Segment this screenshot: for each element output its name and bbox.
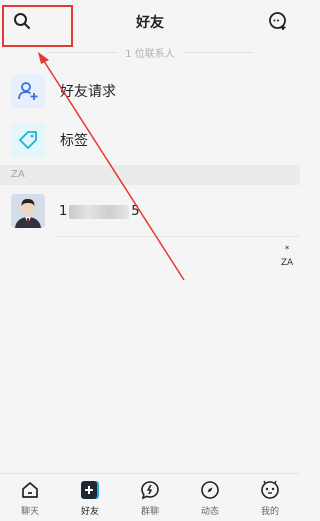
friends-icon [79, 479, 101, 501]
profile-icon [259, 479, 281, 501]
friend-requests-label: 好友请求 [60, 84, 116, 100]
tab-chat[interactable]: 聊天 [0, 474, 60, 521]
tags-item[interactable]: 标签 [0, 116, 300, 164]
group-chat-icon [139, 479, 161, 501]
alphabet-index-bar[interactable]: * ZA [280, 244, 294, 270]
tab-chat-label: 聊天 [20, 506, 39, 517]
contact-name-start: 1 [59, 203, 68, 219]
contact-count: 1 位联系人 [125, 48, 175, 60]
avatar [11, 194, 45, 228]
contact-name-end: 5 [131, 203, 140, 219]
tab-moments-label: 动态 [200, 506, 219, 517]
tab-group-chat[interactable]: 群聊 [120, 474, 180, 521]
friend-requests-item[interactable]: 好友请求 [0, 67, 300, 115]
divider-right [182, 51, 253, 53]
tab-moments[interactable]: 动态 [180, 474, 240, 521]
tags-label: 标签 [60, 133, 88, 149]
contact-count-row: 1 位联系人 [0, 42, 300, 62]
divider-left [47, 51, 118, 53]
section-header-za: ZA [0, 165, 300, 185]
friend-request-icon [11, 74, 45, 108]
moments-icon [199, 479, 221, 501]
tab-friends[interactable]: 好友 [60, 474, 120, 521]
tab-friends-label: 好友 [80, 506, 99, 517]
bottom-tab-bar: 聊天 好友 群聊 动态 我的 [0, 473, 300, 521]
contact-row[interactable]: 15 [0, 186, 300, 236]
index-za[interactable]: ZA [280, 257, 294, 270]
index-star[interactable]: * [280, 244, 294, 257]
tag-icon [11, 123, 45, 157]
tab-group-chat-label: 群聊 [140, 506, 159, 517]
redaction-blur [69, 204, 129, 219]
tab-profile[interactable]: 我的 [240, 474, 300, 521]
tab-profile-label: 我的 [260, 506, 279, 517]
add-contact-icon [269, 12, 286, 30]
chat-home-icon [19, 479, 41, 501]
contact-divider [58, 236, 300, 237]
annotation-highlight-box [2, 5, 73, 47]
contact-name: 15 [59, 204, 140, 219]
add-contact-button[interactable] [266, 9, 290, 33]
